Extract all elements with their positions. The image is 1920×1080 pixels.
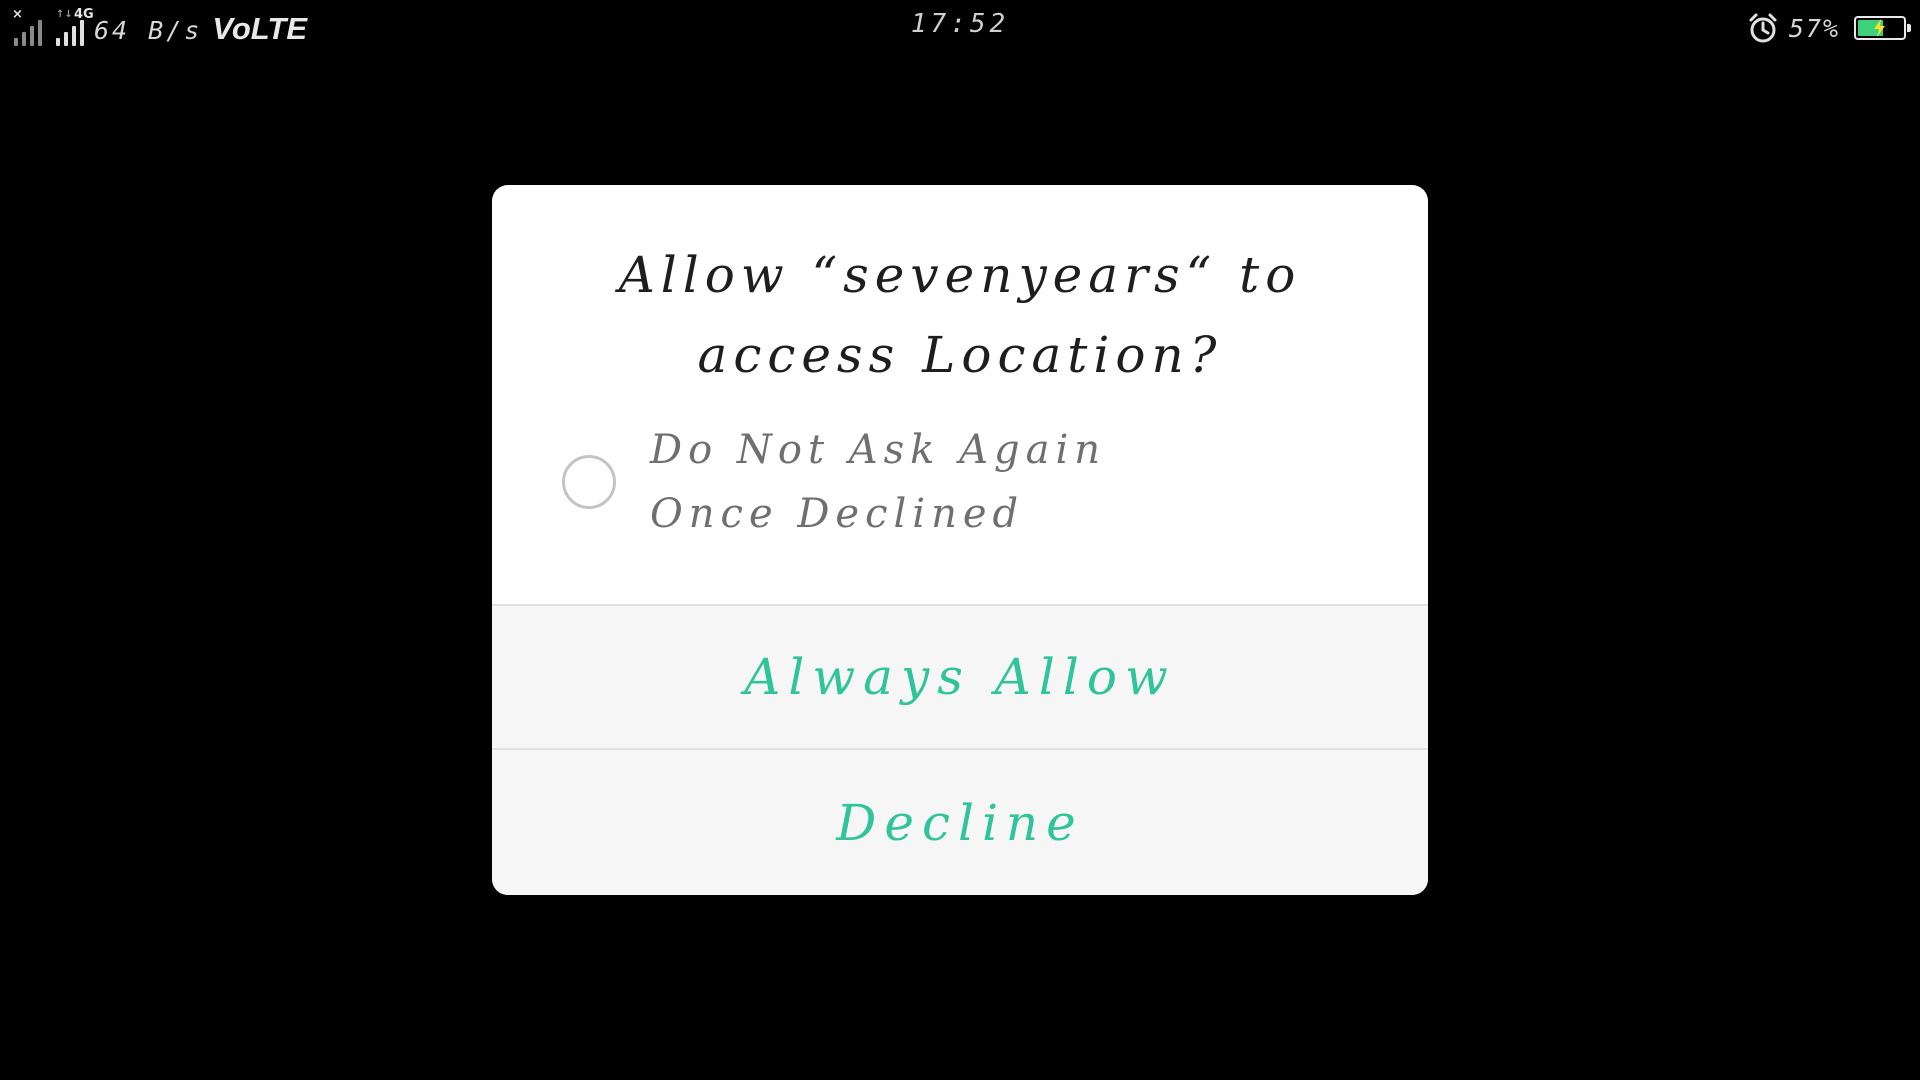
do-not-ask-again-radio[interactable] xyxy=(562,455,616,509)
status-bar-right: 57% xyxy=(1747,11,1911,45)
do-not-ask-again-option[interactable]: Do Not Ask Again Once Declined xyxy=(562,417,1382,547)
status-clock: 17:52 xyxy=(910,9,1010,39)
charging-bolt-icon xyxy=(1874,19,1885,37)
decline-button[interactable]: Decline xyxy=(492,748,1428,895)
battery-percent: 57% xyxy=(1788,13,1840,43)
screen: × ↑↓ 4G 64 B/s VoLTE 17:52 57% Allow “se… xyxy=(0,0,1920,1080)
alarm-clock-icon xyxy=(1749,13,1777,43)
always-allow-button[interactable]: Always Allow xyxy=(492,604,1428,748)
do-not-ask-again-label: Do Not Ask Again Once Declined xyxy=(650,427,1106,537)
battery-icon xyxy=(1854,16,1911,40)
dialog-title: Allow “sevenyears“ to access Location? xyxy=(618,246,1302,384)
location-permission-dialog: Allow “sevenyears“ to access Location? D… xyxy=(492,185,1428,895)
status-bar: × ↑↓ 4G 64 B/s VoLTE 17:52 57% xyxy=(0,0,1920,56)
